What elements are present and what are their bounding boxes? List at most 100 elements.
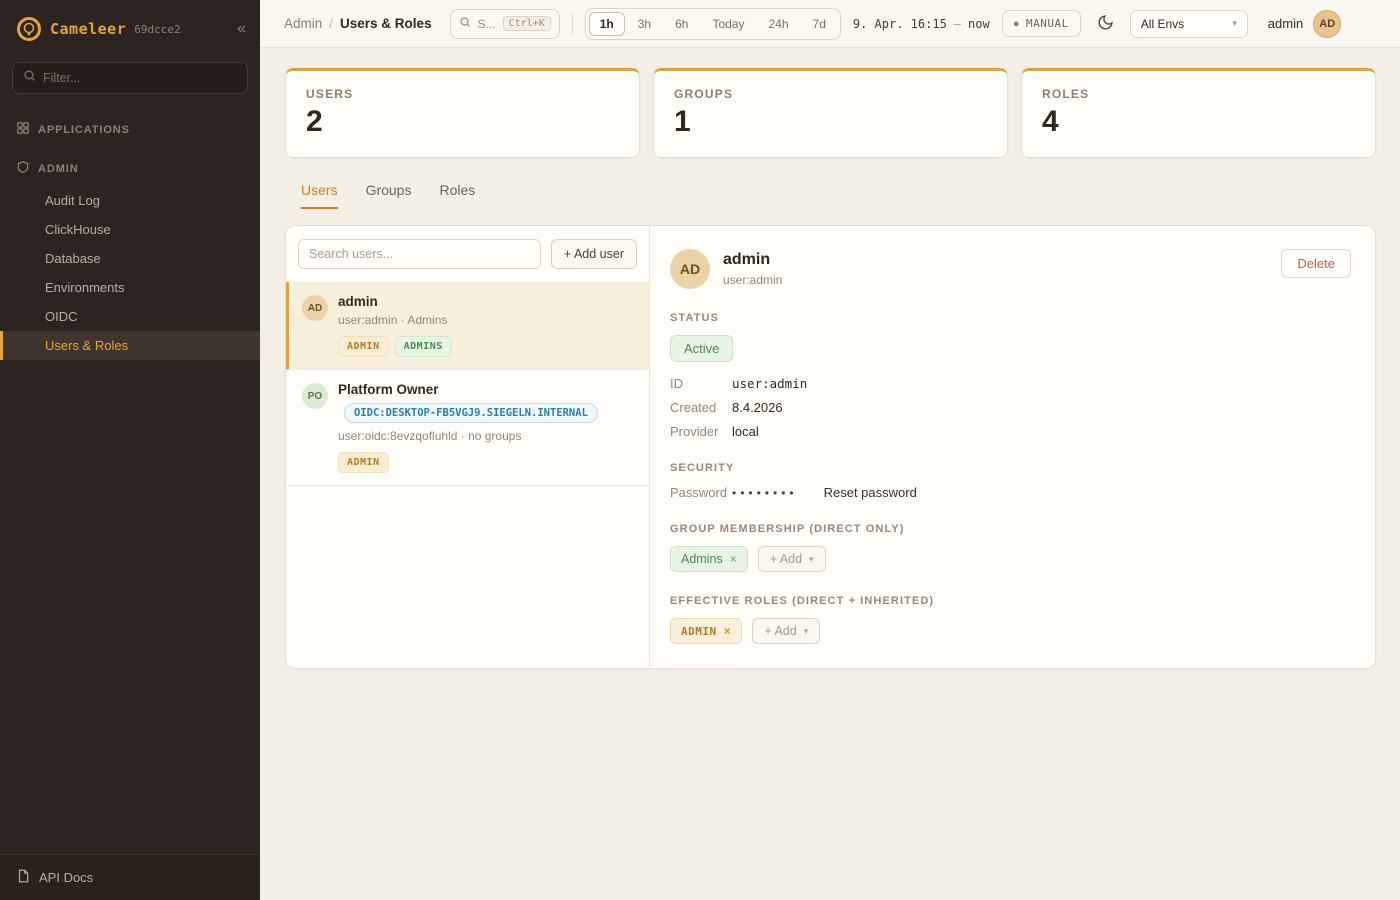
time-range-display[interactable]: 9. Apr. 16:15 — now [853,17,990,31]
refresh-mode-button[interactable]: ● MANUAL [1002,10,1081,37]
shortcut-badge: Ctrl+K [503,16,551,31]
avatar: PO [302,383,328,409]
moon-icon [1097,14,1114,34]
detail-header: AD admin user:admin Delete [670,249,1351,289]
user-meta: user:oidc:8evzqofluhld · no groups [338,429,598,443]
grid-icon [16,121,30,138]
breadcrumb-admin[interactable]: Admin [284,16,322,31]
remove-icon[interactable]: × [724,624,732,638]
avatar: AD [670,249,710,289]
field-value: 8.4.2026 [732,400,783,415]
delete-user-button[interactable]: Delete [1281,249,1351,278]
add-group-button[interactable]: + Add ▾ [758,546,826,572]
api-docs-link[interactable]: API Docs [0,854,260,900]
section-label: ADMIN [38,163,79,175]
range-7d[interactable]: 7d [802,12,837,36]
status-heading: STATUS [670,312,1351,324]
role-badge: ADMIN [338,452,389,473]
sidebar-section-admin[interactable]: ADMIN [0,151,260,186]
divider [572,13,573,35]
global-search-placeholder: S... [478,17,496,31]
breadcrumb: Admin / Users & Roles [284,16,432,31]
avatar: AD [302,295,328,321]
env-selector[interactable]: All Envs ▾ [1130,10,1248,38]
username-label: admin [1268,16,1303,31]
sidebar-item-clickhouse[interactable]: ClickHouse [0,215,260,244]
logo[interactable]: Cameleer 69dcce2 « [0,0,260,56]
role-chip-admin[interactable]: ADMIN × [670,618,742,644]
breadcrumb-current: Users & Roles [340,16,432,31]
users-panel: + Add user AD admin user:admin · Admins … [285,225,1376,669]
group-membership-heading: GROUP MEMBERSHIP (DIRECT ONLY) [670,523,1351,535]
user-list: + Add user AD admin user:admin · Admins … [286,226,650,668]
chevron-down-icon: ▾ [804,626,809,637]
sidebar-item-audit-log[interactable]: Audit Log [0,186,260,215]
range-1h[interactable]: 1h [589,12,625,36]
logo-icon [16,16,42,42]
field-label: Created [670,400,732,415]
tab-roles[interactable]: Roles [439,182,475,209]
stat-card-groups: GROUPS 1 [653,68,1008,158]
detail-fields: ID user:admin Created 8.4.2026 Provider … [670,376,1351,439]
field-value: local [732,424,759,439]
range-3h[interactable]: 3h [627,12,662,36]
app-title: Cameleer [50,20,126,38]
sidebar-item-oidc[interactable]: OIDC [0,302,260,331]
user-name: Platform Owner [338,382,598,397]
password-label: Password [670,485,732,500]
main-column: Admin / Users & Roles S... Ctrl+K 1h 3h … [260,0,1400,900]
role-chips: ADMIN × + Add ▾ [670,618,1351,644]
sidebar-item-database[interactable]: Database [0,244,260,273]
sidebar-item-environments[interactable]: Environments [0,273,260,302]
range-24h[interactable]: 24h [757,12,799,36]
sidebar-collapse-icon[interactable]: « [237,21,246,37]
oidc-badge: OIDC:DESKTOP-FB5VGJ9.SIEGELN.INTERNAL [344,403,598,423]
search-users-input[interactable] [298,239,541,269]
page-content: USERS 2 GROUPS 1 ROLES 4 Users Groups Ro… [260,48,1400,900]
chevron-down-icon: ▾ [1232,18,1237,29]
status-dot-icon: ● [1014,19,1019,28]
api-docs-label: API Docs [39,870,93,885]
field-id: ID user:admin [670,376,1351,391]
refresh-mode-label: MANUAL [1026,17,1069,30]
avatar: AD [1313,10,1341,38]
password-mask: •••••••• [732,486,798,500]
range-today[interactable]: Today [701,12,755,36]
field-label: ID [670,376,732,391]
sidebar-item-users-roles[interactable]: Users & Roles [0,331,260,360]
stat-card-roles: ROLES 4 [1021,68,1376,158]
sidebar-section-applications[interactable]: APPLICATIONS [0,112,260,147]
add-user-button[interactable]: + Add user [551,239,637,269]
user-list-toolbar: + Add user [286,226,649,282]
dark-mode-toggle[interactable] [1093,10,1118,38]
chevron-down-icon: ▾ [809,554,814,565]
stat-card-users: USERS 2 [285,68,640,158]
stat-value: 1 [674,105,987,139]
stat-label: USERS [306,87,619,101]
tab-groups[interactable]: Groups [366,182,412,209]
badge-row: ADMIN [338,452,598,473]
list-item-platform-owner[interactable]: PO Platform Owner OIDC:DESKTOP-FB5VGJ9.S… [286,370,649,486]
sidebar-filter[interactable] [12,62,248,94]
remove-icon[interactable]: × [730,552,737,566]
user-menu[interactable]: admin AD [1268,10,1341,38]
time-range-control: 1h 3h 6h Today 24h 7d [585,8,841,40]
list-item-admin[interactable]: AD admin user:admin · Admins ADMIN ADMIN… [286,282,649,370]
time-separator: — [954,17,961,31]
user-item-body: admin user:admin · Admins ADMIN ADMINS [338,294,452,357]
tabs: Users Groups Roles [285,182,1376,209]
group-chip-admins[interactable]: Admins × [670,546,748,572]
chip-label: Admins [681,552,723,566]
range-6h[interactable]: 6h [664,12,699,36]
chip-label: ADMIN [681,625,717,638]
badge-row: ADMIN ADMINS [338,336,452,357]
global-search[interactable]: S... Ctrl+K [450,9,560,39]
user-meta: user:admin · Admins [338,313,452,327]
sidebar: Cameleer 69dcce2 « APPLICATIONS ADMIN Au… [0,0,260,900]
field-provider: Provider local [670,424,1351,439]
add-role-button[interactable]: + Add ▾ [752,618,820,644]
reset-password-link[interactable]: Reset password [824,485,917,500]
tab-users[interactable]: Users [301,182,338,209]
sidebar-filter-input[interactable] [43,71,237,85]
field-created: Created 8.4.2026 [670,400,1351,415]
